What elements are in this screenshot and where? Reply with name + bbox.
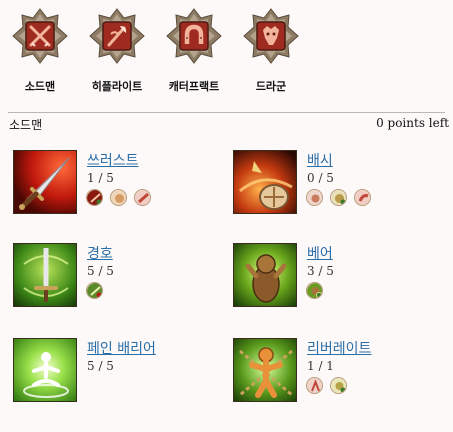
pain-barrier-icon[interactable] — [13, 338, 77, 402]
bash-shield-icon[interactable] — [233, 150, 297, 214]
thrust-sword-icon[interactable] — [13, 150, 77, 214]
requirement-icon[interactable] — [306, 282, 323, 299]
skill-thrust: 쓰러스트 1 / 5 — [13, 150, 223, 220]
skill-rank: 5 / 5 — [87, 359, 114, 373]
skill-name-link[interactable]: 페인 배리어 — [87, 338, 156, 358]
bear-icon[interactable] — [233, 243, 297, 307]
requirement-icon[interactable] — [330, 377, 347, 394]
divider — [8, 112, 445, 113]
skill-name-link[interactable]: 배시 — [307, 150, 333, 170]
requirement-icon[interactable] — [306, 189, 323, 206]
requirement-icon[interactable] — [330, 189, 347, 206]
skill-tree-title: 소드맨 — [9, 118, 43, 132]
class-tab-dragoon[interactable]: 드라군 — [236, 8, 306, 98]
skill-bear: 베어 3 / 5 — [233, 243, 443, 313]
liberate-icon[interactable] — [233, 338, 297, 402]
points-left-counter: 0 points left — [376, 116, 449, 130]
skill-pain-barrier: 페인 배리어 5 / 5 — [13, 338, 223, 408]
skill-rank: 1 / 5 — [87, 171, 114, 185]
class-tab-label: 히플라이트 — [91, 80, 143, 93]
skill-name-link[interactable]: 쓰러스트 — [87, 150, 139, 170]
skill-name-link[interactable]: 경호 — [87, 243, 113, 263]
skill-name-link[interactable]: 리버레이트 — [307, 338, 371, 358]
requirement-icon[interactable] — [86, 189, 103, 206]
requirement-icon[interactable] — [86, 282, 103, 299]
class-tab-label: 캐터프랙트 — [168, 80, 220, 93]
requirement-icon[interactable] — [134, 189, 151, 206]
skill-rank: 3 / 5 — [307, 264, 334, 278]
skill-rank: 0 / 5 — [307, 171, 334, 185]
class-tab-label: 드라군 — [255, 80, 287, 93]
class-tab-cataphract[interactable]: 캐터프랙트 — [159, 8, 229, 98]
skill-liberate: 리버레이트 1 / 1 — [233, 338, 443, 408]
skill-rank: 1 / 1 — [307, 359, 334, 373]
class-tab-label: 소드맨 — [24, 80, 56, 93]
crossed-swords-icon — [12, 8, 68, 64]
class-selector: 소드맨 히플라이트 캐터프랙트 드라군 — [0, 0, 453, 100]
hoplite-spear-icon — [89, 8, 145, 64]
requirement-icon[interactable] — [110, 189, 127, 206]
requirement-icon[interactable] — [354, 189, 371, 206]
skill-name-link[interactable]: 베어 — [307, 243, 333, 263]
class-tab-swordsman[interactable]: 소드맨 — [5, 8, 75, 98]
guard-sword-icon[interactable] — [13, 243, 77, 307]
skill-rank: 5 / 5 — [87, 264, 114, 278]
dragon-icon — [243, 8, 299, 64]
requirement-icon[interactable] — [306, 377, 323, 394]
horseshoe-icon — [166, 8, 222, 64]
skill-bash: 배시 0 / 5 — [233, 150, 443, 220]
class-tab-hoplite[interactable]: 히플라이트 — [82, 8, 152, 98]
skill-guard: 경호 5 / 5 — [13, 243, 223, 313]
